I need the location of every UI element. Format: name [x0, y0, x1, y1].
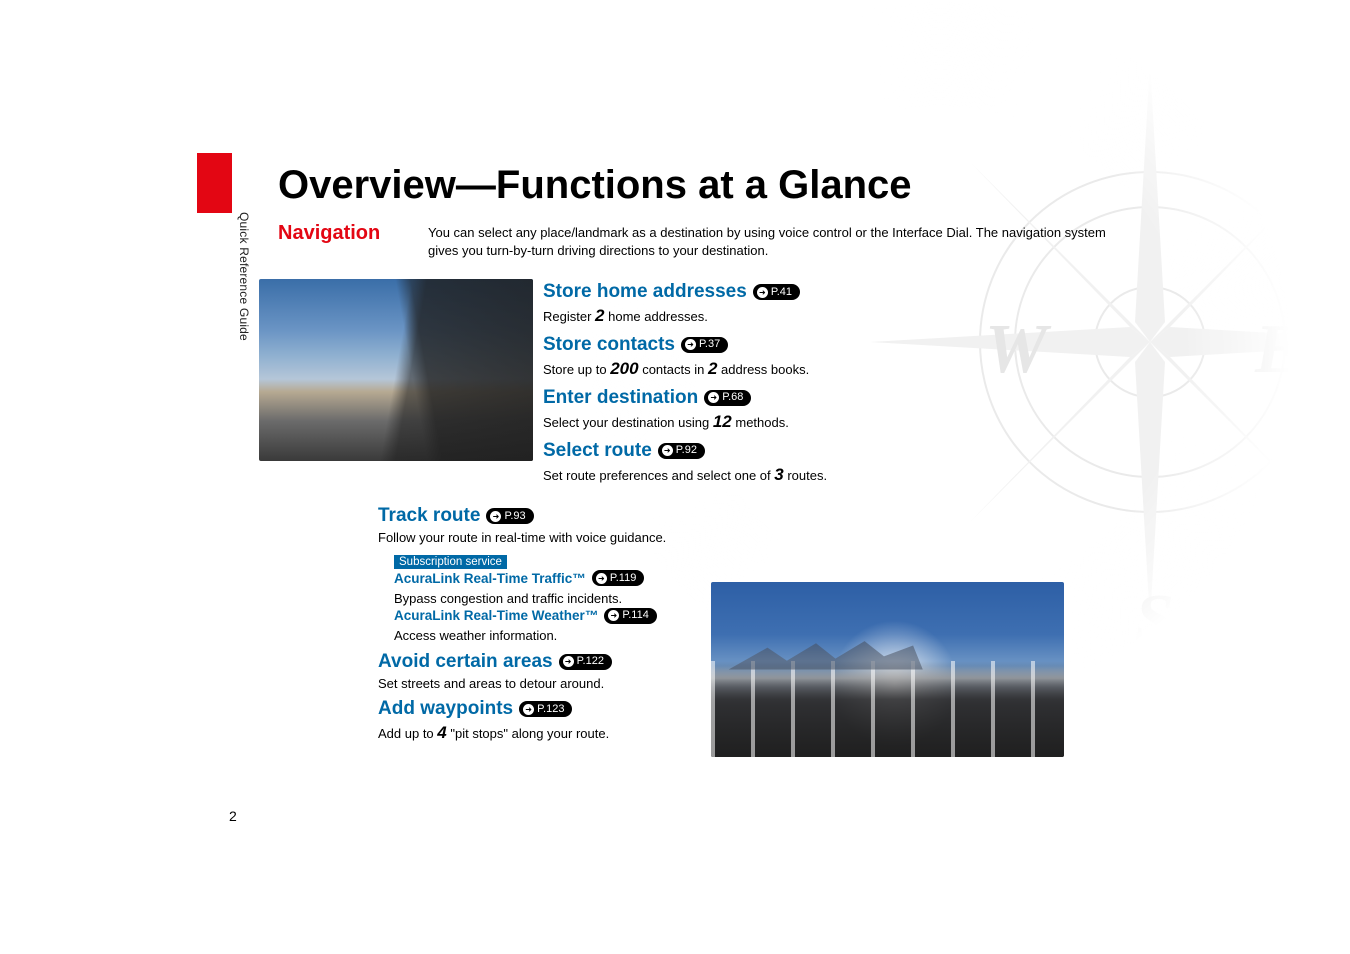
page-ref-pill[interactable]: P.92	[658, 443, 705, 459]
page-ref-pill[interactable]: P.114	[604, 608, 657, 624]
store-home-desc: Register 2 home addresses.	[543, 305, 1143, 328]
acuralink-traffic-heading[interactable]: AcuraLink Real-Time Traffic™ P.119	[394, 570, 644, 586]
page-ref-pill[interactable]: P.37	[681, 337, 728, 353]
avoid-areas-title: Avoid certain areas	[378, 651, 553, 673]
page-ref-pill[interactable]: P.119	[592, 570, 645, 586]
store-contacts-title: Store contacts	[543, 334, 675, 356]
add-waypoints-heading[interactable]: Add waypoints P.123	[378, 698, 898, 720]
store-home-heading[interactable]: Store home addresses P.41	[543, 281, 1143, 303]
page-title: Overview—Functions at a Glance	[278, 163, 912, 208]
compass-n: N	[1129, 2, 1183, 73]
page-ref-pill[interactable]: P.41	[753, 284, 800, 300]
select-route-heading[interactable]: Select route P.92	[543, 440, 1143, 462]
compass-s: S	[1135, 581, 1174, 658]
track-route-heading[interactable]: Track route P.93	[378, 505, 898, 527]
sidebar-label: Quick Reference Guide	[237, 212, 251, 341]
add-waypoints-desc: Add up to 4 "pit stops" along your route…	[378, 722, 898, 745]
store-contacts-desc: Store up to 200 contacts in 2 address bo…	[543, 358, 1143, 381]
enter-destination-title: Enter destination	[543, 387, 698, 409]
enter-destination-heading[interactable]: Enter destination P.68	[543, 387, 1143, 409]
store-home-title: Store home addresses	[543, 281, 747, 303]
select-route-title: Select route	[543, 440, 652, 462]
page-ref-pill[interactable]: P.93	[486, 508, 533, 524]
section-tab	[197, 153, 232, 213]
store-contacts-heading[interactable]: Store contacts P.37	[543, 334, 1143, 356]
page-ref-pill[interactable]: P.122	[559, 654, 612, 670]
enter-destination-desc: Select your destination using 12 methods…	[543, 411, 1143, 434]
compass-e: E	[1254, 311, 1290, 388]
select-route-desc: Set route preferences and select one of …	[543, 464, 1143, 487]
add-waypoints-title: Add waypoints	[378, 698, 513, 720]
acuralink-weather-heading[interactable]: AcuraLink Real-Time Weather™ P.114	[394, 608, 657, 624]
navigation-heading: Navigation	[278, 222, 380, 245]
avoid-areas-heading[interactable]: Avoid certain areas P.122	[378, 651, 898, 673]
acuralink-traffic-desc: Bypass congestion and traffic incidents.	[394, 590, 898, 608]
track-route-title: Track route	[378, 505, 480, 527]
acuralink-weather-desc: Access weather information.	[394, 627, 898, 645]
page-number: 2	[229, 808, 237, 824]
city-buildings-image	[259, 279, 533, 461]
track-route-desc: Follow your route in real-time with voic…	[378, 529, 898, 547]
subscription-tag: Subscription service	[394, 555, 507, 569]
avoid-areas-desc: Set streets and areas to detour around.	[378, 675, 898, 693]
intro-text: You can select any place/landmark as a d…	[428, 224, 1128, 260]
page-ref-pill[interactable]: P.68	[704, 390, 751, 406]
page-ref-pill[interactable]: P.123	[519, 701, 572, 717]
